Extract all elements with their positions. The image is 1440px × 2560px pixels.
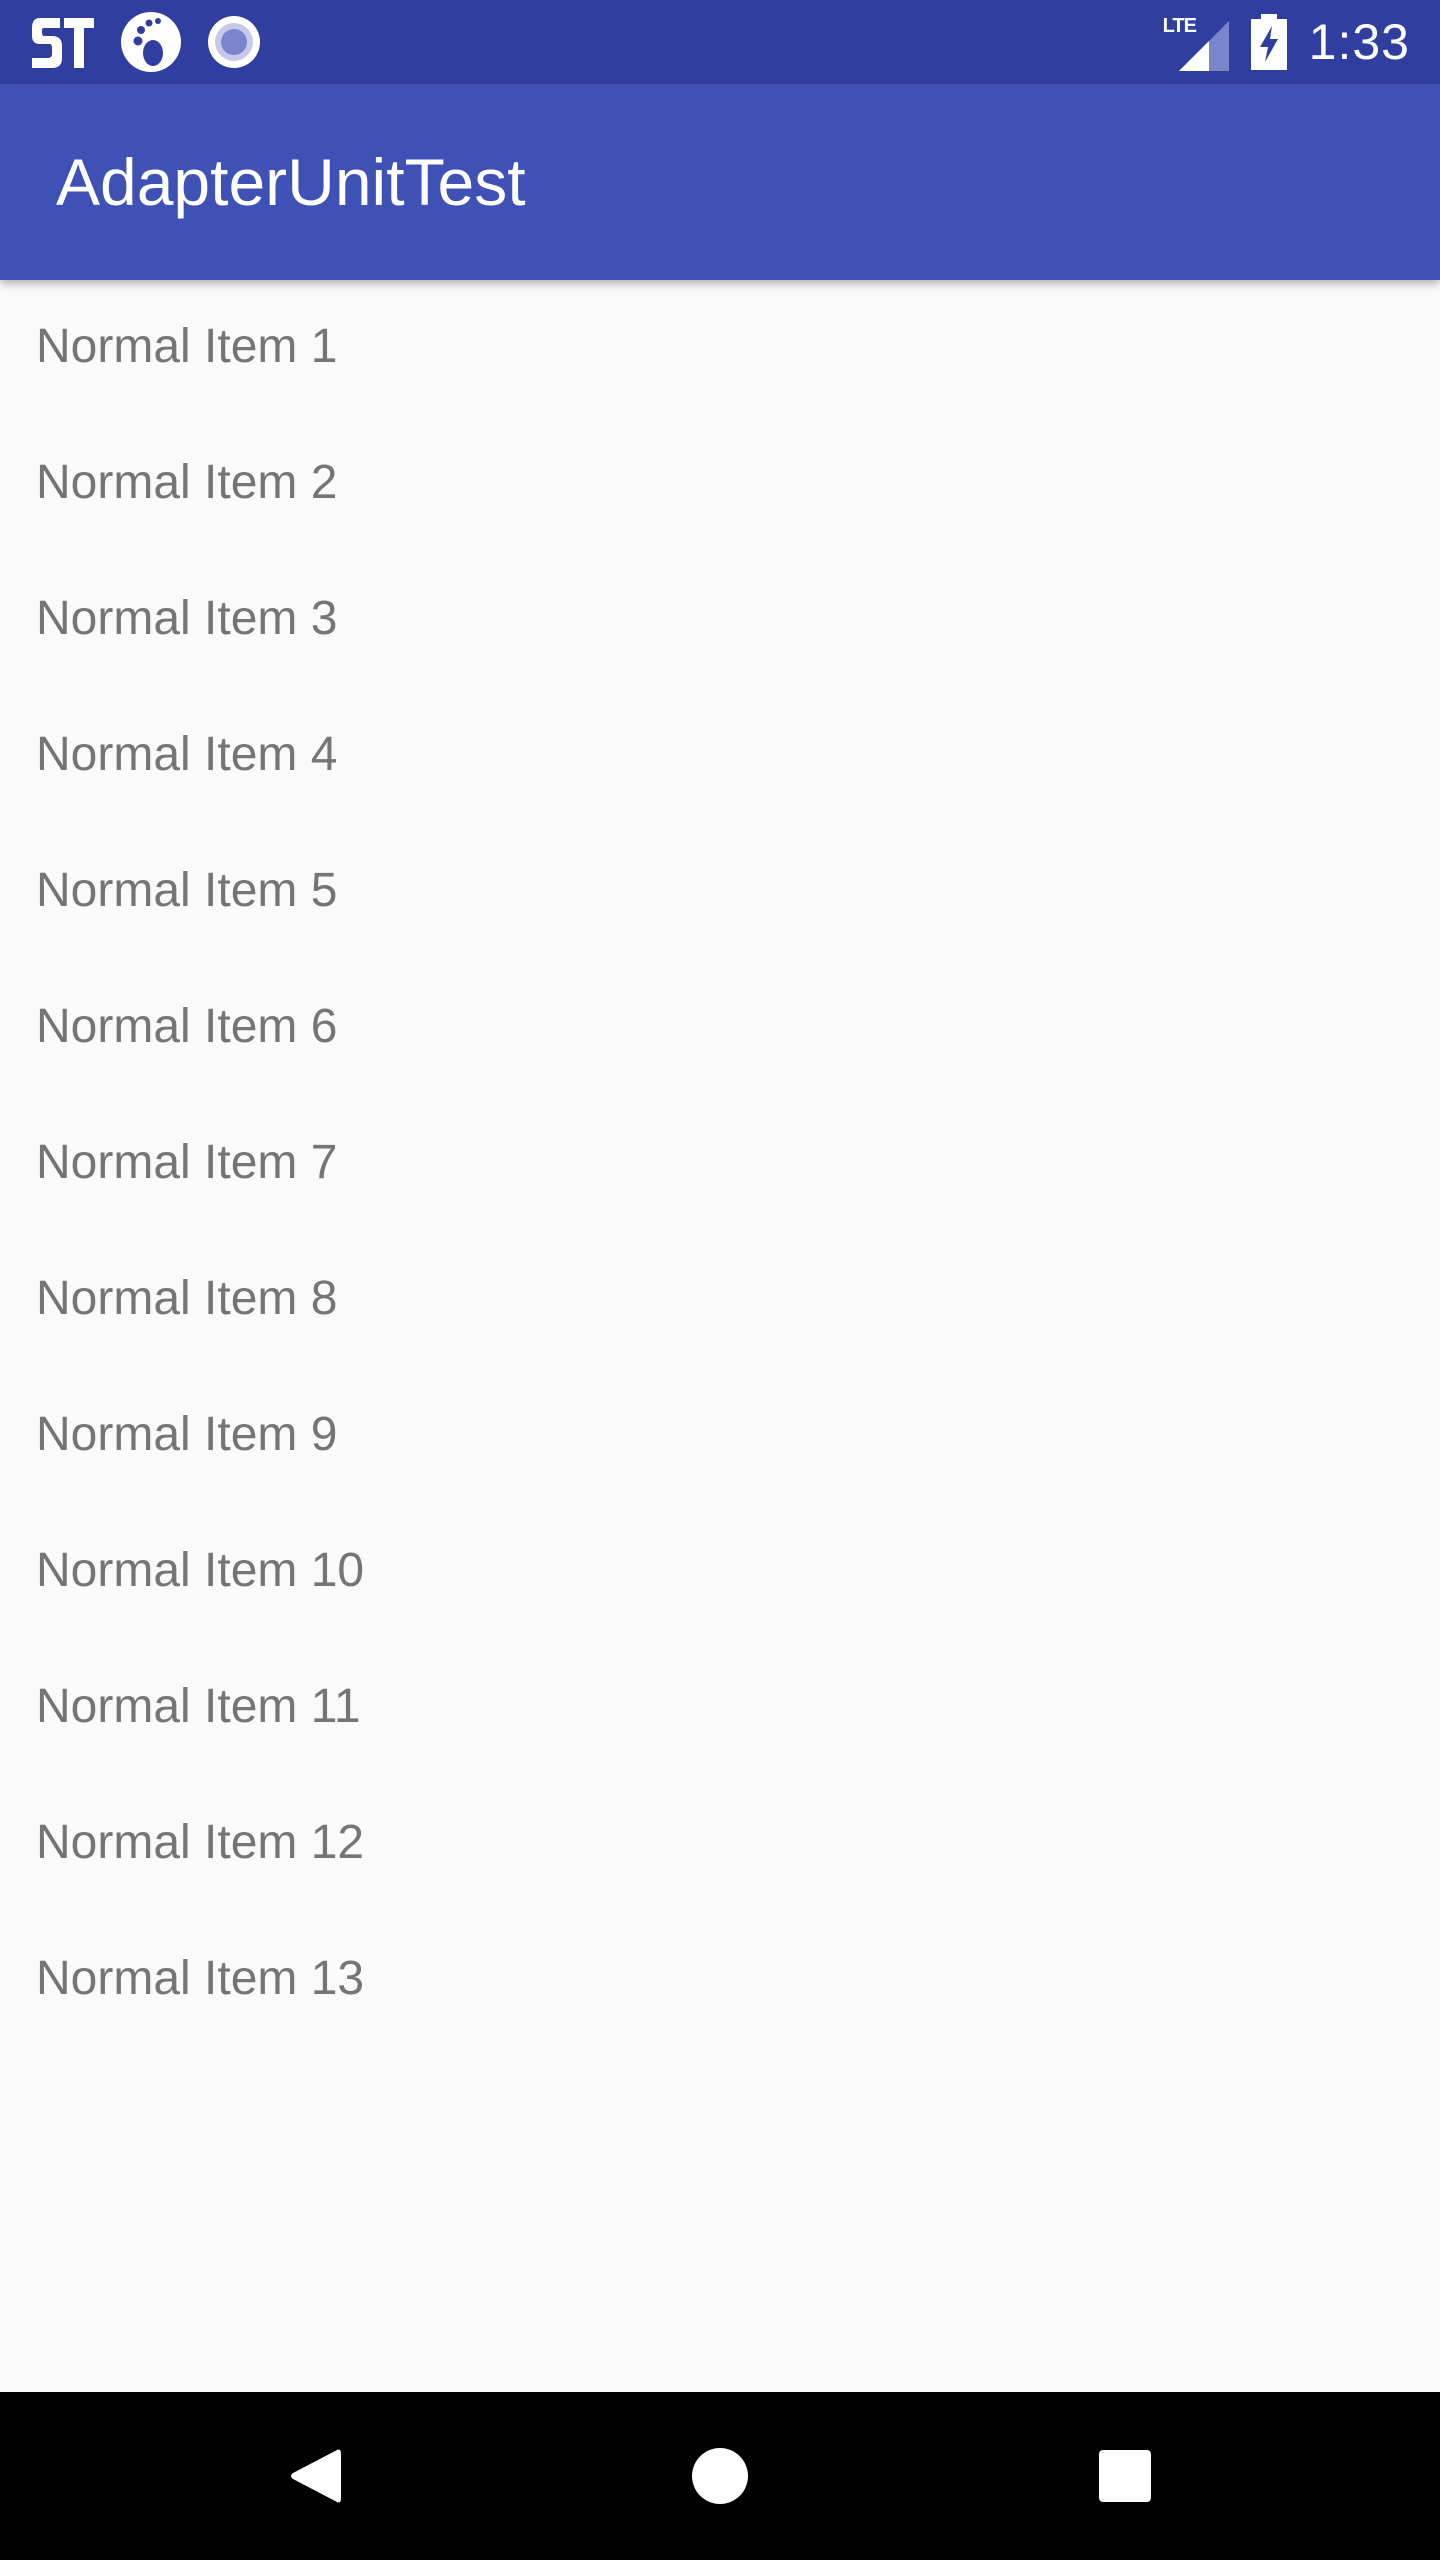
list-item[interactable]: Normal Item 9 <box>0 1368 1440 1504</box>
list-item[interactable]: Normal Item 11 <box>0 1640 1440 1776</box>
list-item-label: Normal Item 6 <box>36 1000 338 1053</box>
list-item-label: Normal Item 1 <box>36 320 338 373</box>
list-item-label: Normal Item 13 <box>36 1952 365 2005</box>
list-item[interactable]: Normal Item 7 <box>0 1096 1440 1232</box>
st-logo-icon <box>30 12 96 72</box>
back-button[interactable] <box>225 2392 405 2560</box>
list-item[interactable]: Normal Item 1 <box>0 280 1440 416</box>
status-bar-system-icons: LTE 1:33 <box>1163 0 1410 84</box>
list-item[interactable]: Normal Item 6 <box>0 960 1440 1096</box>
recents-icon <box>1098 2449 1152 2503</box>
back-icon <box>287 2446 343 2506</box>
list-item-label: Normal Item 11 <box>36 1680 361 1733</box>
list-item[interactable]: Normal Item 3 <box>0 552 1440 688</box>
recents-button[interactable] <box>1035 2392 1215 2560</box>
app-bar: AdapterUnitTest <box>0 84 1440 280</box>
list-item-label: Normal Item 9 <box>36 1408 338 1461</box>
lte-signal-icon: LTE <box>1163 13 1229 71</box>
list-item[interactable]: Normal Item 8 <box>0 1232 1440 1368</box>
app-title: AdapterUnitTest <box>56 145 526 219</box>
list-item-label: Normal Item 5 <box>36 864 338 917</box>
list-item-label: Normal Item 10 <box>36 1544 365 1597</box>
radio-button-icon <box>206 14 262 70</box>
list-item[interactable]: Normal Item 2 <box>0 416 1440 552</box>
status-bar-notification-icons <box>30 0 262 84</box>
list-item[interactable]: Normal Item 10 <box>0 1504 1440 1640</box>
list-item[interactable]: Normal Item 12 <box>0 1776 1440 1912</box>
list-item-label: Normal Item 8 <box>36 1272 338 1325</box>
list-item[interactable]: Normal Item 13 <box>0 1912 1440 2048</box>
list-item-label: Normal Item 2 <box>36 456 338 509</box>
list-item[interactable]: Normal Item 4 <box>0 688 1440 824</box>
status-bar: LTE 1:33 <box>0 0 1440 84</box>
paw-icon <box>120 11 182 73</box>
list-item-label: Normal Item 7 <box>36 1136 338 1189</box>
battery-charging-icon <box>1250 14 1287 70</box>
list-item-label: Normal Item 4 <box>36 728 338 781</box>
item-list: Normal Item 1 Normal Item 2 Normal Item … <box>0 280 1440 2048</box>
list-item[interactable]: Normal Item 5 <box>0 824 1440 960</box>
home-button[interactable] <box>630 2392 810 2560</box>
list-item-label: Normal Item 12 <box>36 1816 365 1869</box>
navigation-bar <box>0 2392 1440 2560</box>
home-icon <box>691 2447 749 2505</box>
list-item-label: Normal Item 3 <box>36 592 338 645</box>
status-bar-clock: 1:33 <box>1308 14 1410 70</box>
